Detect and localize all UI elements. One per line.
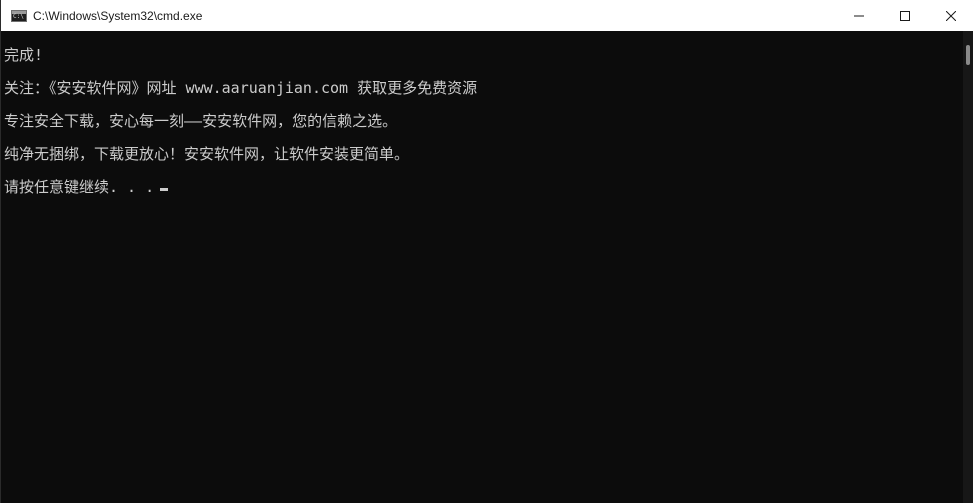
- text-cursor: [160, 188, 169, 191]
- vertical-scrollbar[interactable]: [963, 31, 973, 503]
- close-button[interactable]: [928, 0, 973, 31]
- maximize-button[interactable]: [882, 0, 928, 31]
- minimize-icon: [854, 15, 864, 16]
- cmd-console-icon[interactable]: [11, 9, 27, 22]
- window-controls: [836, 0, 973, 31]
- console-line: 纯净无捆绑，下载更放心！安安软件网，让软件安装更简单。: [4, 145, 410, 163]
- cmd-window: C:\Windows\System32\cmd.exe 完成! 关注: [0, 0, 973, 503]
- minimize-button[interactable]: [836, 0, 882, 31]
- continue-prompt: 请按任意键继续. . .: [4, 178, 155, 196]
- scrollbar-thumb[interactable]: [966, 45, 970, 65]
- console-output[interactable]: 完成! 关注：《安安软件网》网址 www.aaruanjian.com 获取更多…: [1, 31, 964, 503]
- title-bar[interactable]: C:\Windows\System32\cmd.exe: [1, 0, 973, 31]
- console-line: 完成!: [4, 46, 44, 64]
- console-line: 专注安全下载，安心每一刻——安安软件网，您的信赖之选。: [4, 112, 398, 130]
- maximize-icon: [900, 10, 910, 21]
- console-prompt-line: 请按任意键继续. . .: [4, 175, 964, 208]
- close-icon: [946, 10, 956, 21]
- console-line: 关注：《安安软件网》网址 www.aaruanjian.com 获取更多免费资源: [4, 79, 478, 97]
- window-title: C:\Windows\System32\cmd.exe: [33, 8, 203, 23]
